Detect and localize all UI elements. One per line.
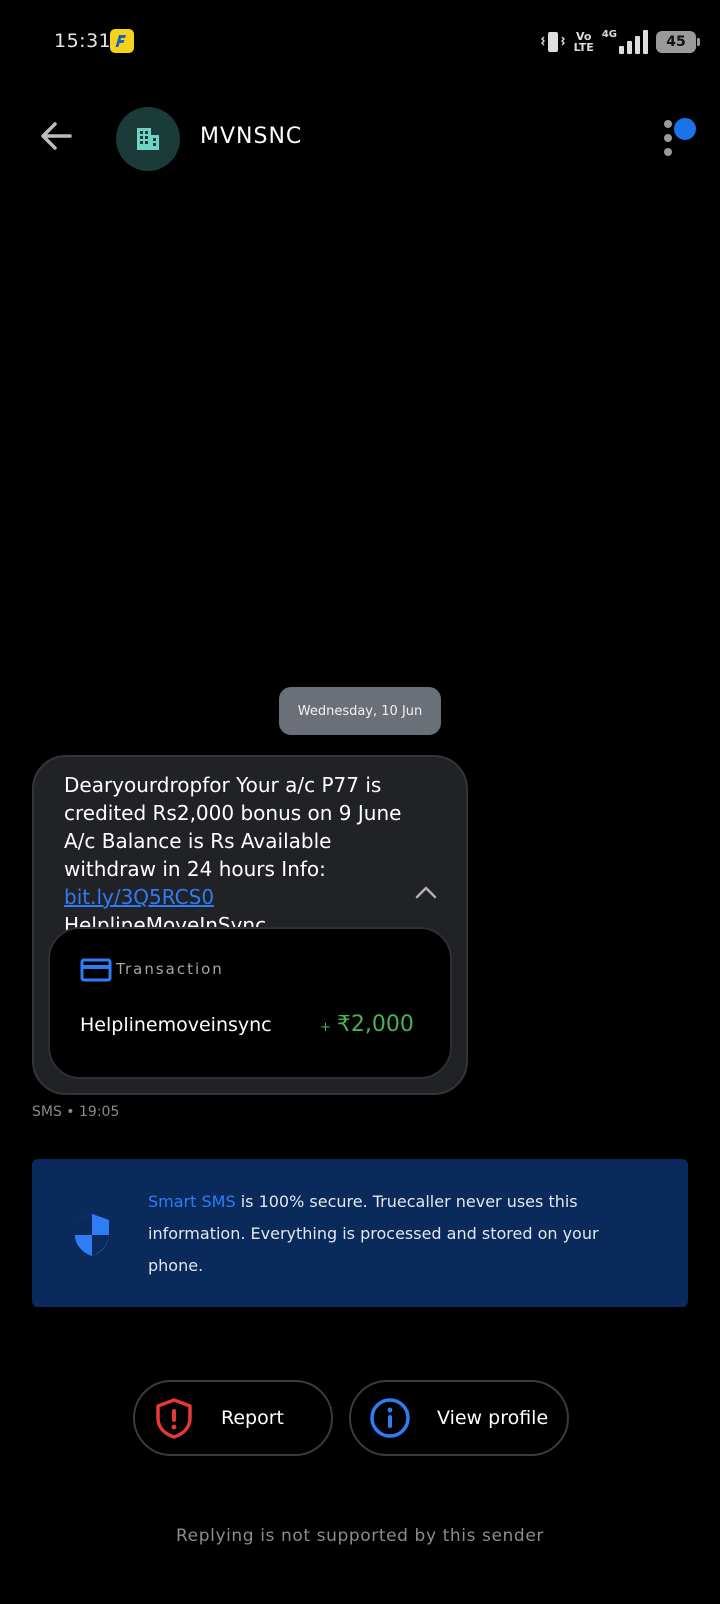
transaction-card[interactable] — [48, 927, 452, 1079]
info-icon — [370, 1398, 410, 1438]
signal-strength-icon — [619, 30, 648, 54]
network-type: 4G — [601, 29, 617, 40]
flipkart-notification-icon — [110, 29, 134, 53]
sender-avatar[interactable] — [116, 107, 180, 171]
report-button[interactable]: Report — [133, 1380, 333, 1456]
transaction-amount: + ₹2,000 — [320, 1012, 414, 1037]
building-icon — [137, 128, 159, 150]
battery-level: 45 — [666, 34, 686, 50]
transaction-payee: Helplinemoveinsync — [80, 1014, 272, 1036]
reply-unsupported-notice: Replying is not supported by this sender — [176, 1526, 544, 1546]
chevron-up-icon[interactable] — [414, 884, 438, 900]
shield-icon — [72, 1212, 112, 1258]
vibrate-icon — [540, 32, 565, 52]
back-arrow-icon[interactable] — [38, 118, 74, 154]
sender-name: MVNSNC — [200, 124, 303, 149]
view-profile-button[interactable]: View profile — [349, 1380, 569, 1456]
report-shield-icon — [156, 1398, 192, 1439]
volte-indicator: Vo LTE — [573, 30, 594, 54]
status-time: 15:31 — [54, 30, 112, 52]
message-link[interactable]: bit.ly/3Q5RCS0 — [64, 885, 214, 909]
date-chip: Wednesday, 10 Jun — [279, 687, 441, 735]
view-profile-label: View profile — [437, 1407, 549, 1429]
notification-dot — [672, 116, 698, 142]
transaction-label: Transaction — [116, 960, 224, 978]
status-icons: Vo LTE 4G 45 — [540, 27, 700, 57]
report-label: Report — [221, 1407, 284, 1429]
message-text: Dearyourdropfor Your a/c P77 is credited… — [64, 773, 402, 937]
secure-text: Smart SMS is 100% secure. Truecaller nev… — [148, 1192, 599, 1275]
credit-card-icon — [80, 958, 112, 982]
battery-icon: 45 — [656, 31, 700, 53]
smart-sms-label: Smart SMS — [148, 1192, 236, 1211]
message-meta: SMS • 19:05 — [32, 1104, 120, 1120]
